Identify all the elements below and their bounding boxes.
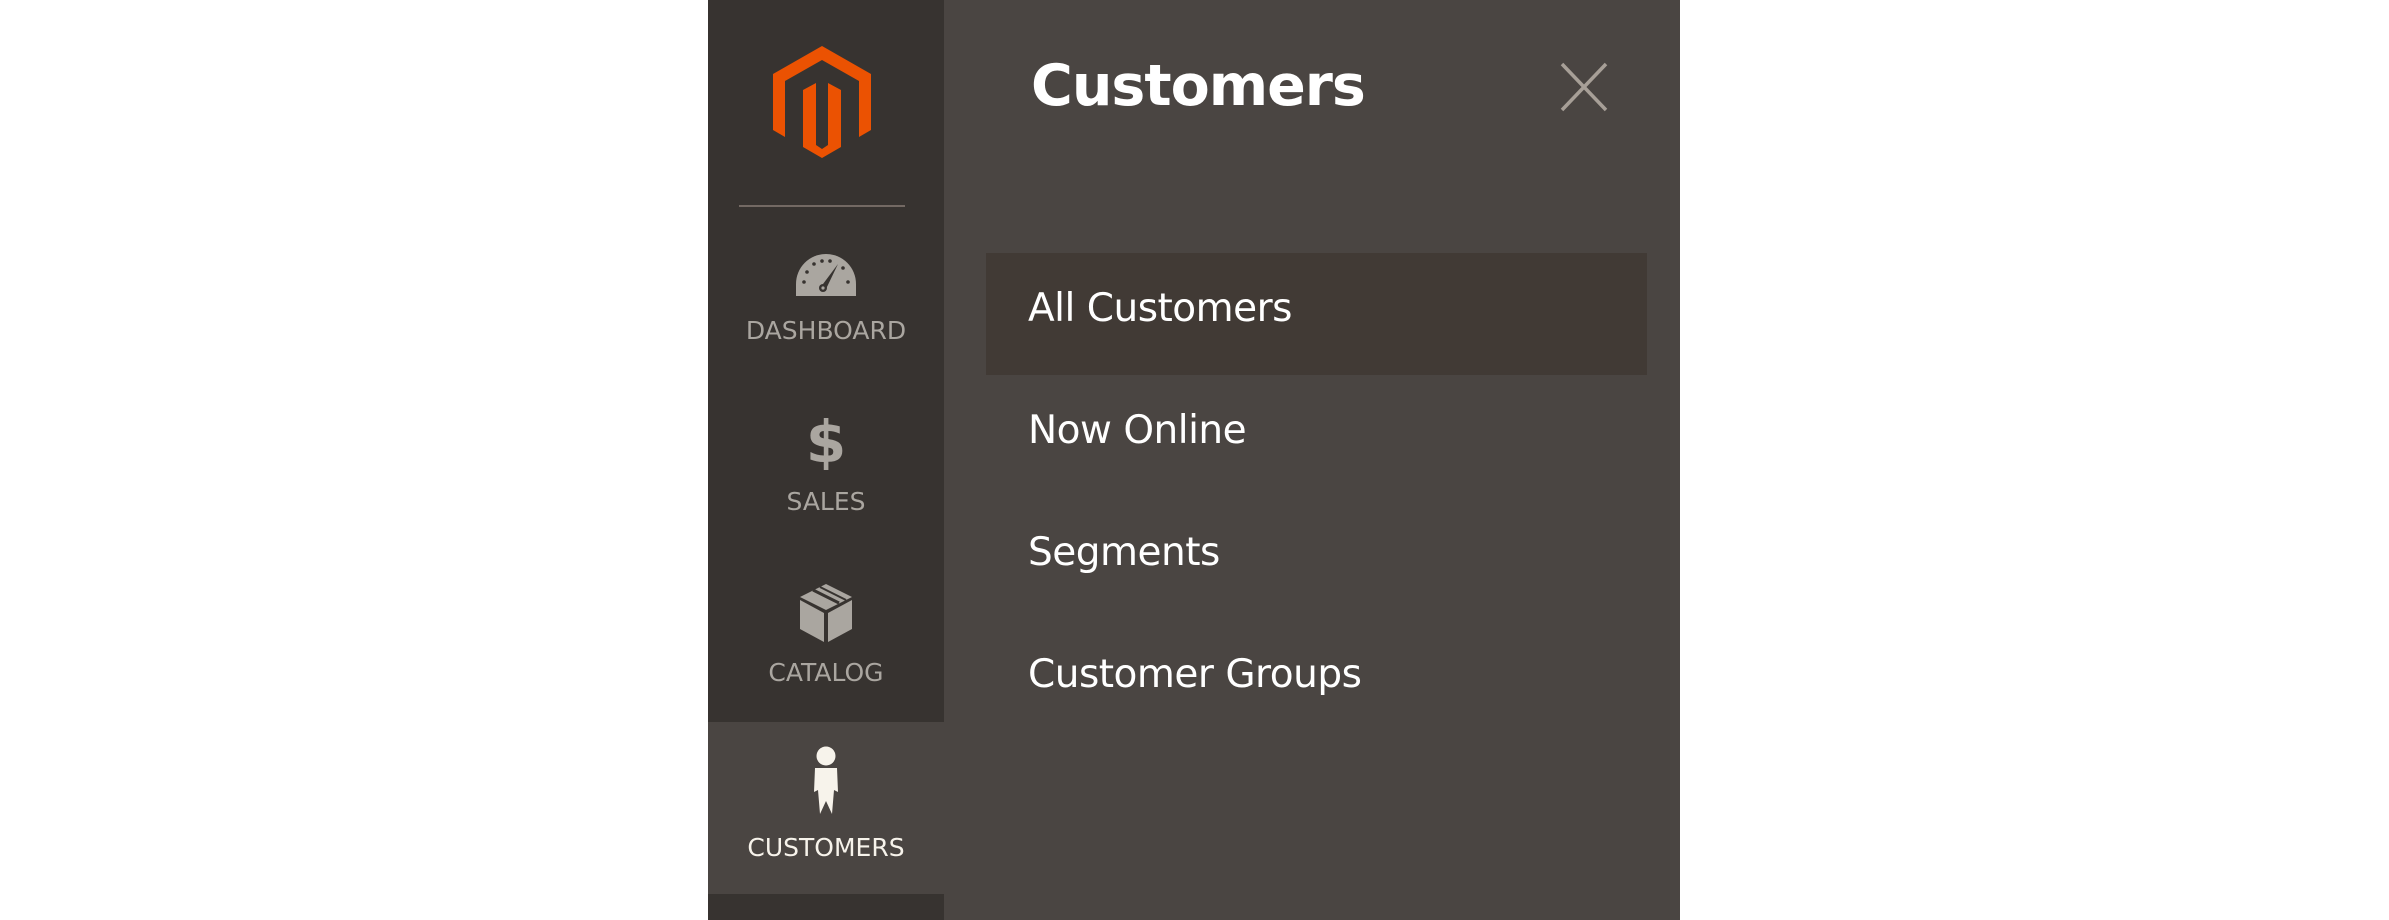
submenu-item-label: All Customers xyxy=(1028,286,1293,331)
submenu-item-segments[interactable]: Segments xyxy=(986,497,1647,619)
sidebar-item-label: CUSTOMERS xyxy=(747,833,905,862)
sidebar-item-catalog[interactable]: CATALOG xyxy=(708,570,944,722)
sidebar-item-customers[interactable]: CUSTOMERS xyxy=(708,722,944,894)
magento-logo-icon[interactable] xyxy=(773,46,871,158)
svg-text:$: $ xyxy=(809,412,843,470)
close-icon xyxy=(1560,62,1608,112)
submenu-item-customer-groups[interactable]: Customer Groups xyxy=(986,619,1647,741)
sidebar-item-label: SALES xyxy=(786,487,866,516)
sidebar-item-dashboard[interactable]: DASHBOARD xyxy=(708,230,944,360)
panel-title: Customers xyxy=(1031,53,1366,119)
submenu-item-all-customers[interactable]: All Customers xyxy=(986,253,1647,375)
close-button[interactable] xyxy=(1556,58,1612,116)
sidebar-item-label: CATALOG xyxy=(768,658,884,687)
person-icon xyxy=(810,746,842,814)
box-icon xyxy=(800,584,852,642)
sidebar-item-sales[interactable]: $ SALES xyxy=(708,400,944,530)
sidebar-divider xyxy=(739,205,905,207)
submenu-item-now-online[interactable]: Now Online xyxy=(986,375,1647,497)
submenu-item-label: Segments xyxy=(1028,530,1220,575)
sidebar-item-label: DASHBOARD xyxy=(745,316,907,345)
dollar-icon: $ xyxy=(806,408,846,476)
dashboard-gauge-icon xyxy=(796,254,856,296)
submenu-item-label: Now Online xyxy=(1028,408,1247,453)
submenu-item-label: Customer Groups xyxy=(1028,652,1362,697)
